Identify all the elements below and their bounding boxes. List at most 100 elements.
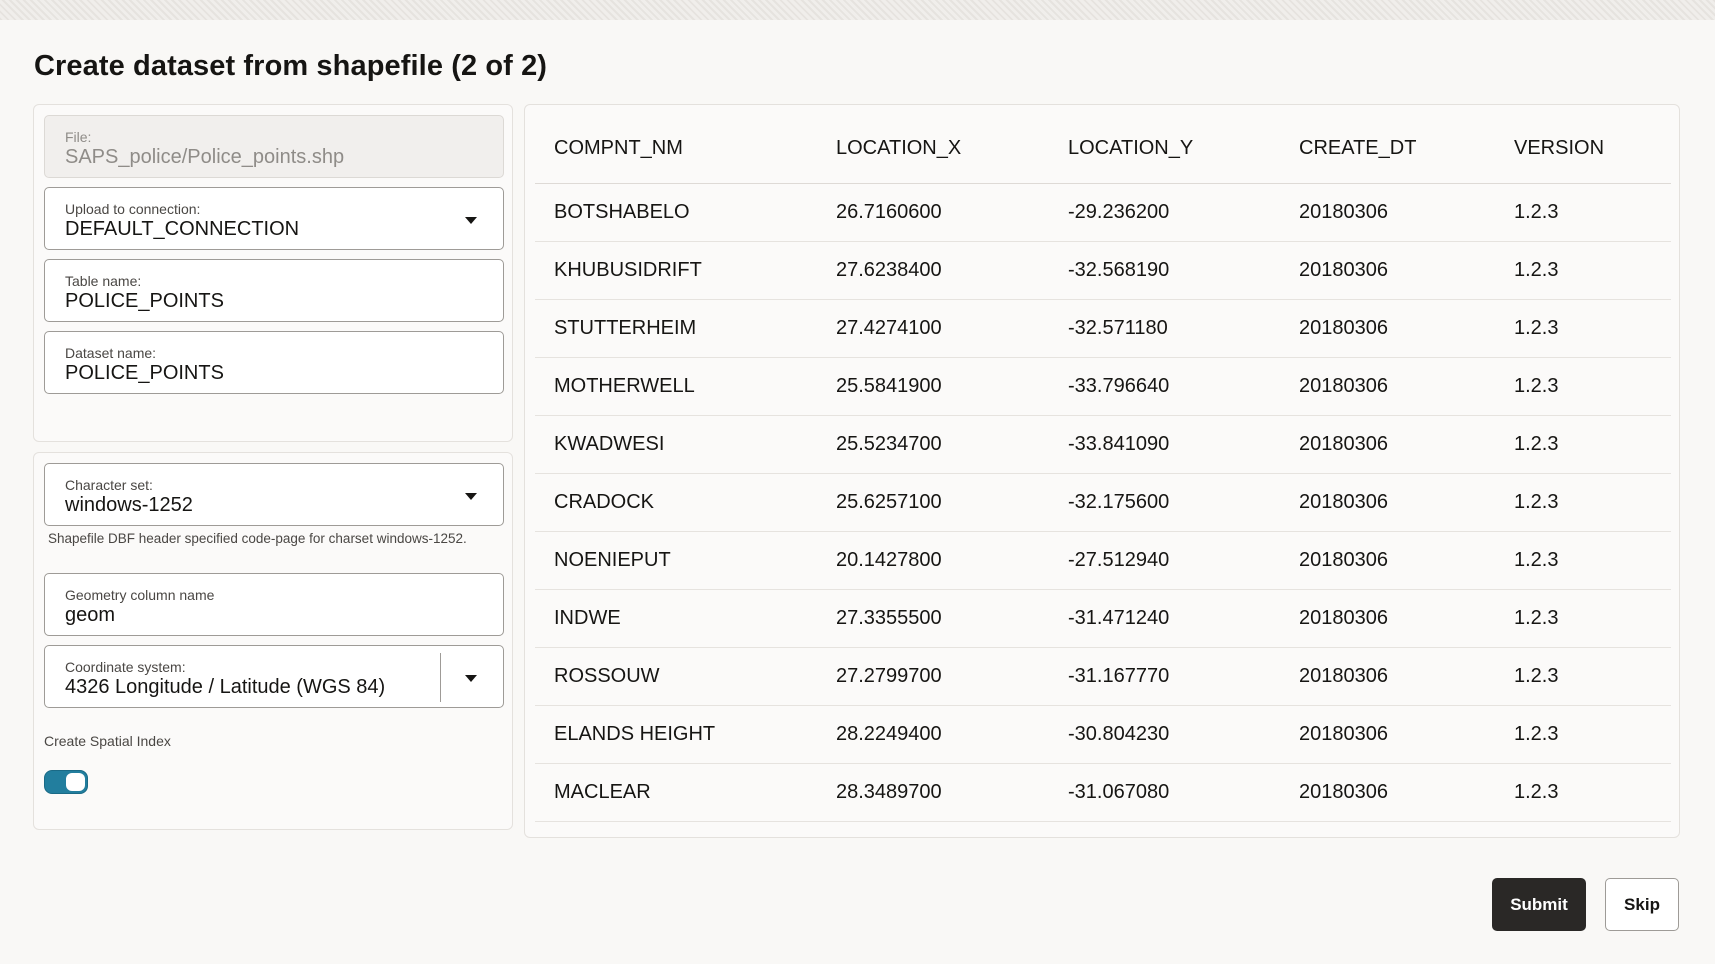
charset-label: Character set:: [65, 477, 153, 493]
table-cell: BOTSHABELO: [535, 183, 817, 242]
chevron-down-icon[interactable]: [465, 217, 477, 224]
table-cell: 1.2.3: [1495, 763, 1671, 822]
table-cell: MACLEAR: [535, 763, 817, 822]
table-cell: 1.2.3: [1495, 705, 1671, 764]
table-row[interactable]: STUTTERHEIM 27.4274100 -32.571180 20180306 1…: [535, 299, 1671, 358]
table-row[interactable]: CRADOCK 25.6257100 -32.175600 20180306 1.2.3: [535, 473, 1671, 532]
submit-button[interactable]: Submit: [1492, 878, 1586, 931]
select-divider: [440, 653, 441, 702]
geometry-column-field[interactable]: Geometry column name geom: [44, 573, 504, 636]
table-row[interactable]: KWADWESI 25.5234700 -33.841090 20180306 1.2.…: [535, 415, 1671, 474]
preview-table: COMPNT_NM LOCATION_X LOCATION_Y CREATE_D…: [535, 115, 1671, 822]
table-cell: 27.3355500: [817, 589, 1049, 648]
file-field: File: SAPS_police/Police_points.shp: [44, 115, 504, 178]
table-cell: CRADOCK: [535, 473, 817, 532]
table-cell: ELANDS HEIGHT: [535, 705, 817, 764]
table-row[interactable]: INDWE 27.3355500 -31.471240 20180306 1.2.3: [535, 589, 1671, 648]
connection-value: DEFAULT_CONNECTION: [65, 218, 300, 240]
table-cell: 20.1427800: [817, 531, 1049, 590]
table-cell: ROSSOUW: [535, 647, 817, 706]
table-name-value[interactable]: POLICE_POINTS: [65, 290, 224, 313]
table-cell: 27.4274100: [817, 299, 1049, 358]
table-cell: 27.2799700: [817, 647, 1049, 706]
table-cell: -31.167770: [1049, 647, 1280, 706]
table-cell: 1.2.3: [1495, 473, 1671, 532]
coordinate-system-select[interactable]: Coordinate system: 4326 Longitude / Lati…: [44, 645, 504, 708]
table-cell: INDWE: [535, 589, 817, 648]
table-cell: STUTTERHEIM: [535, 299, 817, 358]
table-row[interactable]: ELANDS HEIGHT 28.2249400 -30.804230 2018030…: [535, 705, 1671, 764]
table-row[interactable]: ROSSOUW 27.2799700 -31.167770 20180306 1.2.3: [535, 647, 1671, 706]
table-cell: 1.2.3: [1495, 531, 1671, 590]
toggle-knob: [66, 773, 85, 791]
table-cell: -30.804230: [1049, 705, 1280, 764]
chevron-down-icon[interactable]: [465, 675, 477, 682]
table-header-row: COMPNT_NM LOCATION_X LOCATION_Y CREATE_D…: [535, 115, 1671, 184]
chevron-down-icon[interactable]: [465, 493, 477, 500]
header-texture-band: [0, 0, 1715, 20]
table-body: BOTSHABELO 26.7160600 -29.236200 20180306 1.…: [535, 183, 1671, 822]
file-value: SAPS_police/Police_points.shp: [65, 146, 345, 168]
table-cell: 20180306: [1280, 705, 1495, 764]
table-cell: -32.571180: [1049, 299, 1280, 358]
table-cell: -33.841090: [1049, 415, 1280, 474]
table-cell: -29.236200: [1049, 183, 1280, 242]
spatial-index-label: Create Spatial Index: [44, 733, 171, 749]
table-cell: 25.5234700: [817, 415, 1049, 474]
table-cell: -31.067080: [1049, 763, 1280, 822]
table-cell: -27.512940: [1049, 531, 1280, 590]
table-cell: MOTHERWELL: [535, 357, 817, 416]
table-row[interactable]: BOTSHABELO 26.7160600 -29.236200 20180306 1.…: [535, 183, 1671, 242]
table-cell: -33.796640: [1049, 357, 1280, 416]
table-cell: 28.2249400: [817, 705, 1049, 764]
table-row[interactable]: NOENIEPUT 20.1427800 -27.512940 20180306 1.2…: [535, 531, 1671, 590]
dataset-name-value[interactable]: POLICE_POINTS: [65, 362, 224, 385]
column-header[interactable]: LOCATION_Y: [1049, 115, 1280, 184]
column-header[interactable]: LOCATION_X: [817, 115, 1049, 184]
column-header[interactable]: CREATE_DT: [1280, 115, 1495, 184]
table-cell: 27.6238400: [817, 241, 1049, 300]
table-cell: NOENIEPUT: [535, 531, 817, 590]
table-cell: 20180306: [1280, 589, 1495, 648]
geometry-column-label: Geometry column name: [65, 587, 215, 603]
table-cell: 1.2.3: [1495, 183, 1671, 242]
table-cell: 26.7160600: [817, 183, 1049, 242]
column-header[interactable]: VERSION: [1495, 115, 1671, 184]
charset-select[interactable]: Character set: windows-1252: [44, 463, 504, 526]
dataset-name-label: Dataset name:: [65, 345, 157, 361]
file-label: File:: [65, 129, 92, 145]
table-cell: 20180306: [1280, 299, 1495, 358]
table-cell: 20180306: [1280, 647, 1495, 706]
table-cell: 25.6257100: [817, 473, 1049, 532]
table-cell: 1.2.3: [1495, 415, 1671, 474]
table-cell: 20180306: [1280, 415, 1495, 474]
table-cell: 1.2.3: [1495, 589, 1671, 648]
table-cell: 1.2.3: [1495, 647, 1671, 706]
coordinate-system-label: Coordinate system:: [65, 659, 186, 675]
table-cell: 20180306: [1280, 357, 1495, 416]
table-cell: -32.175600: [1049, 473, 1280, 532]
table-cell: -32.568190: [1049, 241, 1280, 300]
geometry-column-value[interactable]: geom: [65, 604, 115, 627]
table-cell: -31.471240: [1049, 589, 1280, 648]
table-cell: 1.2.3: [1495, 357, 1671, 416]
shapefile-options-panel: Character set: windows-1252 Shapefile DB…: [33, 452, 513, 830]
dataset-name-field[interactable]: Dataset name: POLICE_POINTS: [44, 331, 504, 394]
table-cell: 20180306: [1280, 183, 1495, 242]
skip-button[interactable]: Skip: [1605, 878, 1679, 931]
table-row[interactable]: KHUBUSIDRIFT 27.6238400 -32.568190 20180306…: [535, 241, 1671, 300]
table-name-field[interactable]: Table name: POLICE_POINTS: [44, 259, 504, 322]
page-title: Create dataset from shapefile (2 of 2): [34, 50, 548, 82]
table-cell: KHUBUSIDRIFT: [535, 241, 817, 300]
table-cell: 1.2.3: [1495, 241, 1671, 300]
spatial-index-toggle[interactable]: [44, 770, 88, 794]
column-header[interactable]: COMPNT_NM: [535, 115, 817, 184]
table-row[interactable]: MACLEAR 28.3489700 -31.067080 20180306 1.2.3: [535, 763, 1671, 822]
table-cell: KWADWESI: [535, 415, 817, 474]
connection-label: Upload to connection:: [65, 201, 201, 217]
table-row[interactable]: MOTHERWELL 25.5841900 -33.796640 20180306 1.…: [535, 357, 1671, 416]
connection-select[interactable]: Upload to connection: DEFAULT_CONNECTION: [44, 187, 504, 250]
table-cell: 20180306: [1280, 763, 1495, 822]
table-cell: 25.5841900: [817, 357, 1049, 416]
table-name-label: Table name:: [65, 273, 142, 289]
